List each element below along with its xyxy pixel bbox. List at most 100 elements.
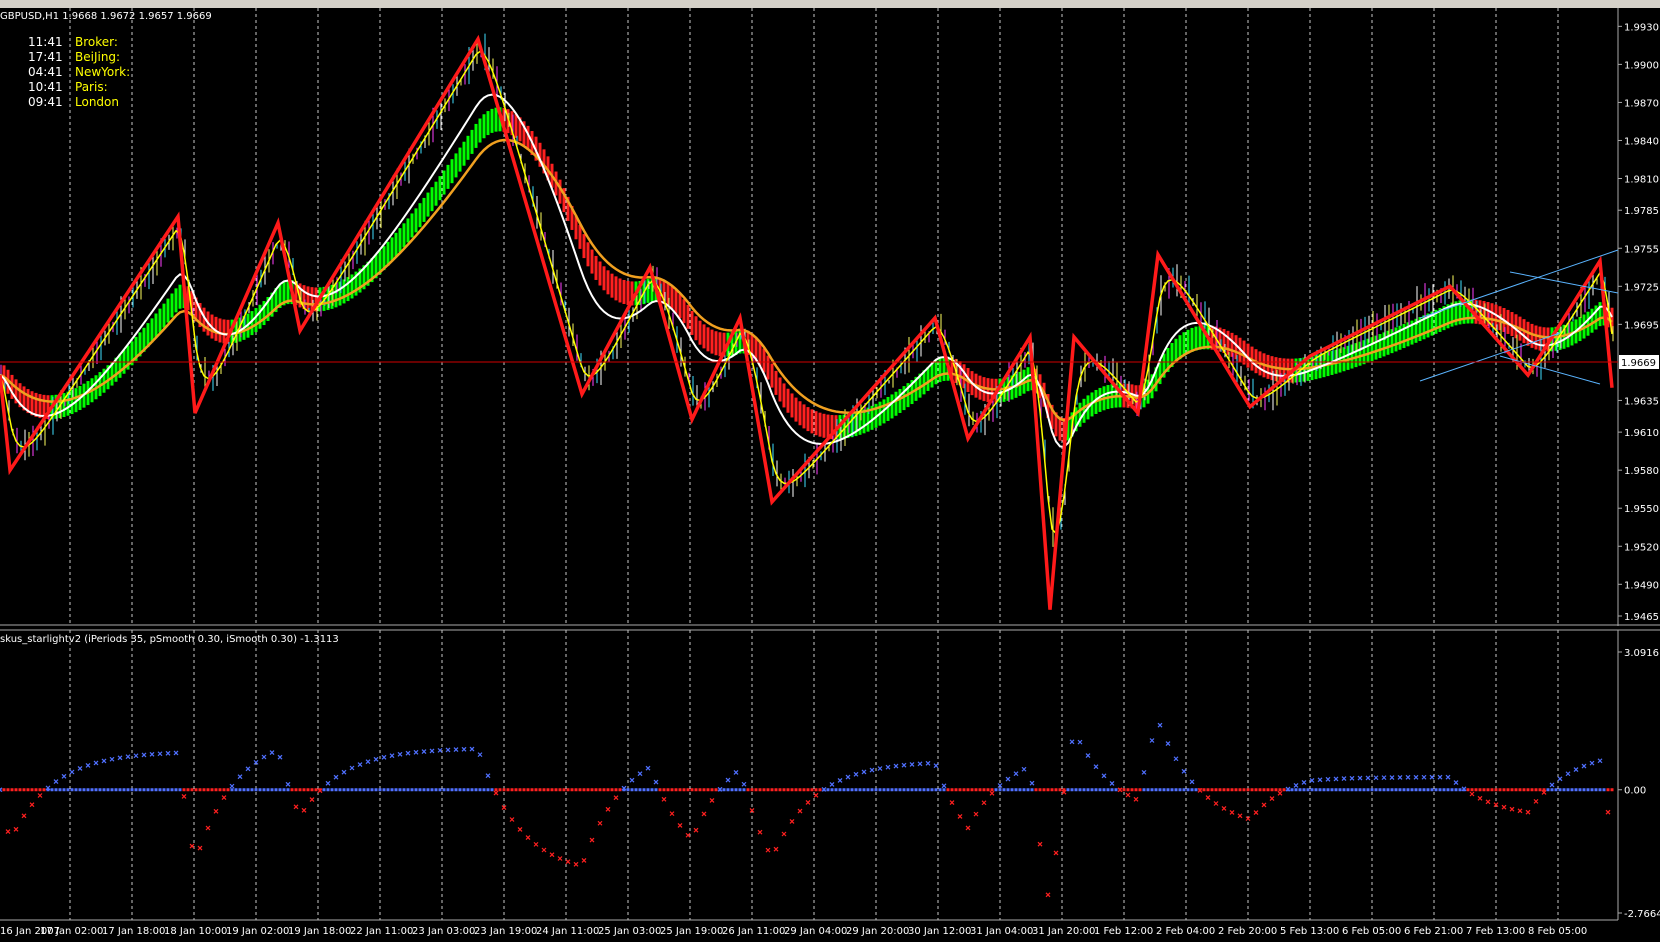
zero-marker <box>882 788 886 792</box>
ribbon-bar <box>150 318 154 343</box>
zero-marker <box>1382 788 1386 792</box>
zero-marker <box>1126 788 1130 792</box>
zero-marker <box>726 788 730 792</box>
ribbon-bar <box>418 203 422 228</box>
zero-marker <box>1146 788 1150 792</box>
zero-marker <box>542 788 546 792</box>
zero-marker <box>226 788 230 792</box>
zero-marker <box>570 788 574 792</box>
time-label: 2 Feb 20:00 <box>1218 926 1277 937</box>
zero-marker <box>1086 788 1090 792</box>
zero-marker <box>1530 788 1534 792</box>
zero-marker <box>270 788 274 792</box>
zero-marker <box>1282 788 1286 792</box>
price-tick-label: 1.9550 <box>1624 504 1659 515</box>
ribbon-bar <box>582 234 586 259</box>
time-label: 29 Jan 04:00 <box>784 926 847 937</box>
zero-marker <box>1094 788 1098 792</box>
clock-time-beijing: 17:41 <box>28 50 63 64</box>
ribbon-bar <box>1598 302 1602 327</box>
zero-marker <box>386 788 390 792</box>
zero-marker <box>1330 788 1334 792</box>
zero-marker <box>150 788 154 792</box>
zero-marker <box>198 788 202 792</box>
ribbon-bar <box>682 299 686 324</box>
ribbon-bar <box>762 348 766 373</box>
zero-marker <box>818 788 822 792</box>
zero-marker <box>454 788 458 792</box>
zero-marker <box>614 788 618 792</box>
zero-marker <box>1418 788 1422 792</box>
zero-marker <box>1538 788 1542 792</box>
time-label: 22 Jan 11:00 <box>350 926 413 937</box>
zero-marker <box>1582 788 1586 792</box>
world-clock-panel: 11:41 Broker: 17:41 BeiJing: 04:41 NewYo… <box>28 35 130 109</box>
zero-marker <box>1106 788 1110 792</box>
zero-marker <box>406 788 410 792</box>
zero-marker <box>1182 788 1186 792</box>
zero-marker <box>798 788 802 792</box>
zero-marker <box>694 788 698 792</box>
zero-marker <box>134 788 138 792</box>
zero-marker <box>1422 788 1426 792</box>
zero-marker <box>1274 788 1278 792</box>
zero-marker <box>1386 788 1390 792</box>
zero-marker <box>1082 788 1086 792</box>
zero-marker <box>538 788 542 792</box>
time-label: 19 Jan 18:00 <box>288 926 351 937</box>
zero-marker <box>754 788 758 792</box>
zero-marker <box>1238 788 1242 792</box>
ribbon-bar <box>586 242 590 267</box>
zero-marker <box>162 788 166 792</box>
zero-marker <box>438 788 442 792</box>
zero-marker <box>1266 788 1270 792</box>
zero-marker <box>770 788 774 792</box>
ribbon-bar <box>1190 327 1194 352</box>
zero-marker <box>1030 788 1034 792</box>
zero-marker <box>522 788 526 792</box>
zero-marker <box>502 788 506 792</box>
ribbon-bar <box>778 377 782 402</box>
clock-city-london: London <box>75 95 119 109</box>
zero-marker <box>202 788 206 792</box>
zero-marker <box>1518 788 1522 792</box>
zero-marker <box>886 788 890 792</box>
ribbon-bar <box>710 329 714 354</box>
ribbon-bar <box>306 286 310 311</box>
zero-marker <box>1306 788 1310 792</box>
zero-marker <box>706 788 710 792</box>
zero-marker <box>1446 788 1450 792</box>
zero-marker <box>1006 788 1010 792</box>
zero-marker <box>898 788 902 792</box>
zero-marker <box>106 788 110 792</box>
zero-marker <box>102 788 106 792</box>
ribbon-bar <box>170 293 174 318</box>
zero-marker <box>550 788 554 792</box>
indicator-tick-label: 3.0916 <box>1624 648 1659 659</box>
zero-marker <box>646 788 650 792</box>
zero-marker <box>1202 788 1206 792</box>
time-label: 29 Jan 20:00 <box>846 926 909 937</box>
zero-marker <box>842 788 846 792</box>
ribbon-bar <box>594 255 598 280</box>
zero-marker <box>790 788 794 792</box>
ribbon-bar <box>34 392 38 417</box>
zero-marker <box>1242 788 1246 792</box>
zero-marker <box>1026 788 1030 792</box>
zero-marker <box>1150 788 1154 792</box>
zero-marker <box>1326 788 1330 792</box>
zero-marker <box>402 788 406 792</box>
zero-marker <box>814 788 818 792</box>
zero-marker <box>466 788 470 792</box>
clock-time-paris: 10:41 <box>28 80 63 94</box>
time-label: 2 Feb 04:00 <box>1156 926 1215 937</box>
chart-canvas[interactable]: 1.9930 1.9900 1.9870 1.9840 1.9810 1.9785 1.97… <box>0 8 1660 942</box>
ribbon-bar <box>578 224 582 249</box>
zero-marker <box>826 788 830 792</box>
zero-marker <box>926 788 930 792</box>
zero-marker <box>430 788 434 792</box>
zero-marker <box>1522 788 1526 792</box>
zero-marker <box>86 788 90 792</box>
zero-marker <box>186 788 190 792</box>
zero-marker <box>1314 788 1318 792</box>
